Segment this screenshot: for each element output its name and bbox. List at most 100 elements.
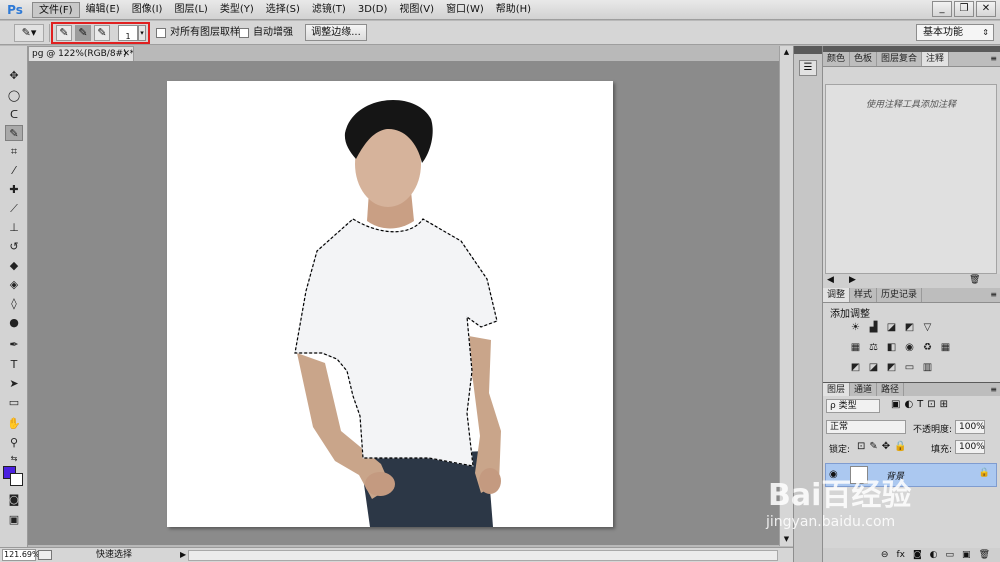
chevron-up-icon[interactable]: ▲ [781, 47, 792, 58]
brush-tool-icon[interactable]: ⟋ [5, 201, 23, 217]
brightness-icon[interactable]: ☀ [849, 322, 862, 334]
tool-preset-picker[interactable]: ✎▾ [14, 24, 44, 42]
tab-layer-comps[interactable]: 图层复合 [877, 52, 923, 66]
layer-row-background[interactable]: ◉ 背景 🔒 [825, 463, 997, 487]
blend-mode-select[interactable]: 正常 [826, 420, 906, 434]
color-balance-icon[interactable]: ⚖ [867, 342, 880, 354]
adjustment-layer-icon[interactable]: ◐ [930, 548, 938, 562]
menu-file[interactable]: 文件(F) [32, 1, 80, 18]
brush-size-dropdown[interactable]: ▾ [138, 25, 146, 41]
tab-swatches[interactable]: 色板 [850, 52, 878, 66]
menu-edit[interactable]: 编辑(E) [80, 2, 126, 18]
strip-header[interactable] [794, 46, 822, 54]
document-canvas[interactable] [167, 81, 613, 527]
document-info-icon[interactable] [38, 550, 52, 560]
menu-image[interactable]: 图像(I) [126, 2, 169, 18]
vibrance-icon[interactable]: ▽ [921, 322, 934, 334]
healing-brush-tool-icon[interactable]: ✚ [5, 182, 23, 198]
hand-tool-icon[interactable]: ✋ [5, 416, 23, 432]
eyedropper-tool-icon[interactable]: ⁄ [5, 163, 23, 179]
crop-tool-icon[interactable]: ⌗ [5, 144, 23, 160]
tab-color[interactable]: 颜色 [823, 52, 851, 66]
exposure-icon[interactable]: ◩ [903, 322, 916, 334]
color-lookup-icon[interactable]: ▦ [939, 342, 952, 354]
layer-filter-select[interactable]: ρ 类型 [826, 399, 880, 413]
zoom-level-field[interactable]: 121.69% [2, 549, 40, 561]
selective-color-icon[interactable]: ▭ [903, 362, 916, 374]
quick-selection-tool-icon[interactable]: ✎ [5, 125, 23, 141]
menu-select[interactable]: 选择(S) [260, 2, 306, 18]
history-panel-icon[interactable]: ☰ [799, 60, 817, 76]
trash-icon[interactable]: 🗑 [969, 275, 980, 285]
tab-history[interactable]: 历史记录 [877, 288, 923, 302]
horizontal-scrollbar[interactable] [188, 550, 778, 561]
menu-3d[interactable]: 3D(D) [352, 2, 394, 18]
lock-options-icons[interactable]: ⊡✎✥🔒 [857, 441, 911, 452]
path-selection-tool-icon[interactable]: ➤ [5, 376, 23, 392]
menu-type[interactable]: 类型(Y) [214, 2, 260, 18]
arrow-right-icon[interactable]: ▶ [849, 275, 856, 285]
tab-styles[interactable]: 样式 [850, 288, 878, 302]
tab-paths[interactable]: 路径 [877, 383, 905, 397]
restore-button[interactable]: ❐ [954, 1, 974, 17]
black-white-icon[interactable]: ◧ [885, 342, 898, 354]
clone-stamp-tool-icon[interactable]: ⊥ [5, 220, 23, 236]
menu-window[interactable]: 窗口(W) [440, 2, 490, 18]
curves-icon[interactable]: ◪ [885, 322, 898, 334]
layer-mask-icon[interactable]: ◙ [913, 548, 922, 562]
tab-channels[interactable]: 通道 [850, 383, 878, 397]
minimize-button[interactable]: _ [932, 1, 952, 17]
levels-icon[interactable]: ▟ [867, 322, 880, 334]
tab-adjustments[interactable]: 调整 [823, 288, 851, 302]
history-brush-tool-icon[interactable]: ↺ [5, 239, 23, 255]
pen-tool-icon[interactable]: ✒ [5, 337, 23, 353]
status-menu-arrow-icon[interactable]: ▶ [180, 548, 186, 562]
layer-style-icon[interactable]: fx [896, 548, 905, 562]
layer-filter-icons[interactable]: ▣◐T⊡⊞ [891, 399, 952, 410]
sample-all-layers-checkbox[interactable] [156, 28, 166, 38]
link-layers-icon[interactable]: ⊖ [881, 548, 889, 562]
rectangle-tool-icon[interactable]: ▭ [5, 395, 23, 411]
paint-bucket-tool-icon[interactable]: ◈ [5, 277, 23, 293]
refine-edge-button[interactable]: 调整边缘... [305, 24, 367, 41]
panel-menu-icon[interactable]: ≡ [990, 288, 997, 302]
eraser-tool-icon[interactable]: ◆ [5, 258, 23, 274]
vertical-scrollbar[interactable]: ▲ ▼ [779, 46, 793, 546]
trash-icon[interactable]: 🗑 [979, 548, 990, 562]
threshold-icon[interactable]: ◩ [885, 362, 898, 374]
channel-mixer-icon[interactable]: ♻ [921, 342, 934, 354]
screen-mode-icon[interactable]: ▣ [5, 512, 23, 528]
menu-layer[interactable]: 图层(L) [168, 2, 213, 18]
arrow-left-icon[interactable]: ◀ [827, 275, 834, 285]
background-color-swatch[interactable] [10, 473, 23, 486]
dodge-tool-icon[interactable]: ● [5, 315, 23, 331]
subtract-from-selection-button[interactable]: ✎ [94, 25, 110, 41]
panel-menu-icon[interactable]: ≡ [990, 383, 997, 397]
close-button[interactable]: ✕ [976, 1, 996, 17]
add-to-selection-button[interactable]: ✎ [75, 25, 91, 41]
menu-view[interactable]: 视图(V) [393, 2, 440, 18]
eye-icon[interactable]: ◉ [829, 469, 838, 480]
workspace-select[interactable]: 基本功能 ⇕ [916, 24, 994, 41]
posterize-icon[interactable]: ◪ [867, 362, 880, 374]
fill-field[interactable]: 100% [955, 440, 985, 454]
marquee-tool-icon[interactable]: ◯ [5, 88, 23, 104]
quick-mask-icon[interactable]: ◙ [5, 492, 23, 508]
panel-menu-icon[interactable]: ≡ [990, 52, 997, 66]
opacity-field[interactable]: 100% [955, 420, 985, 434]
menu-filter[interactable]: 滤镜(T) [306, 2, 352, 18]
hue-saturation-icon[interactable]: ▦ [849, 342, 862, 354]
close-icon[interactable]: ✕ [122, 47, 130, 61]
blur-tool-icon[interactable]: ◊ [5, 296, 23, 312]
lasso-tool-icon[interactable]: ᑕ [5, 107, 23, 123]
canvas-area[interactable] [28, 61, 779, 545]
zoom-tool-icon[interactable]: ⚲ [5, 435, 23, 451]
auto-enhance-checkbox[interactable] [239, 28, 249, 38]
tab-notes[interactable]: 注释 [922, 52, 950, 66]
menu-help[interactable]: 帮助(H) [490, 2, 537, 18]
new-selection-button[interactable]: ✎ [56, 25, 72, 41]
brush-size-field[interactable]: 1 [118, 25, 138, 41]
new-layer-icon[interactable]: ▣ [962, 548, 971, 562]
gradient-map-icon[interactable]: ▥ [921, 362, 934, 374]
swap-colors-icon[interactable]: ⇆ [5, 451, 23, 467]
